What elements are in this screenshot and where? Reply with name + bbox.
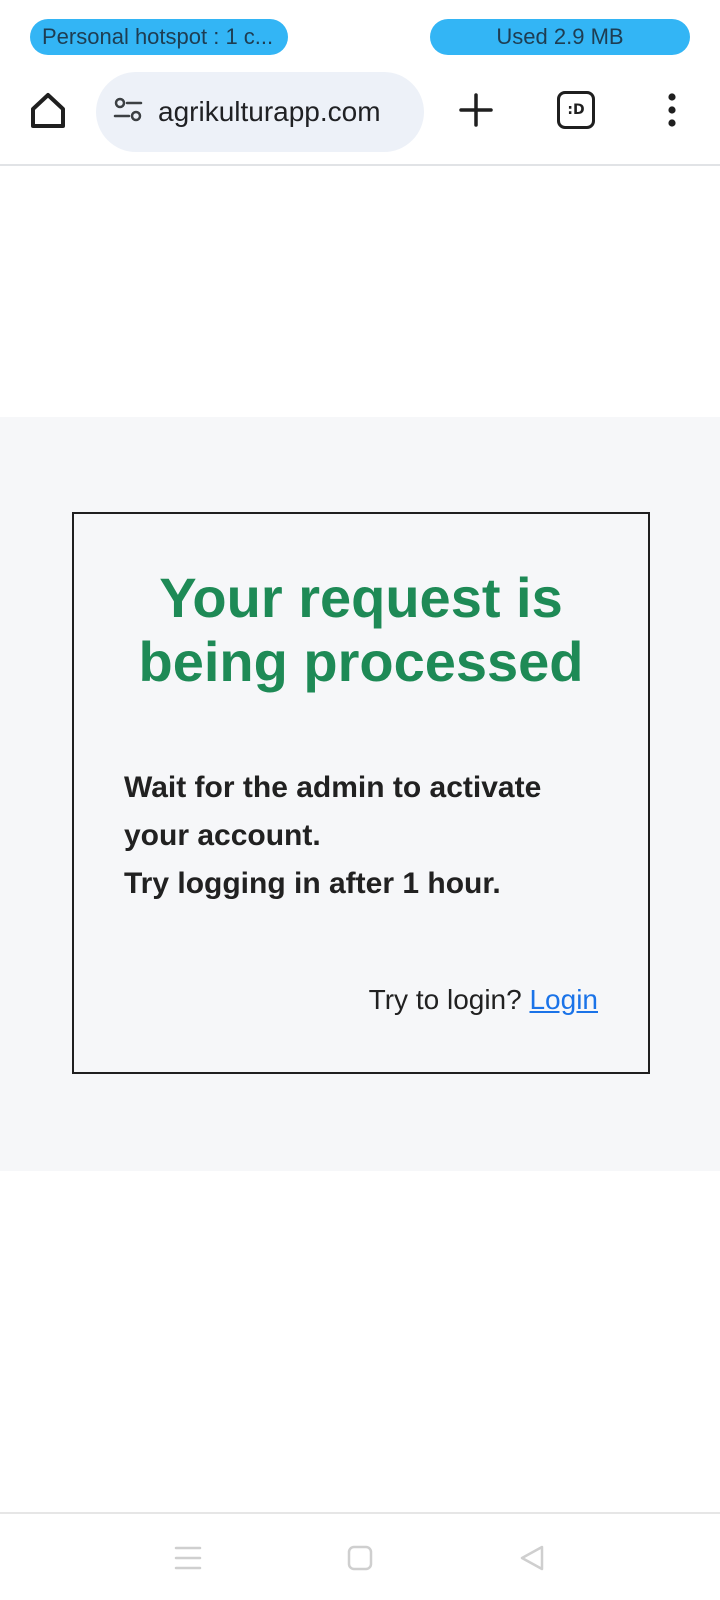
home-icon bbox=[31, 93, 65, 128]
content-area: Your request is being processed Wait for… bbox=[0, 417, 720, 1171]
back-triangle-icon bbox=[520, 1545, 544, 1571]
tab-switcher-icon: :D bbox=[557, 91, 595, 129]
tab-switcher-button[interactable]: :D bbox=[550, 82, 602, 138]
system-home-button[interactable] bbox=[330, 1530, 390, 1586]
plus-icon bbox=[459, 93, 493, 127]
new-tab-button[interactable] bbox=[450, 82, 502, 138]
address-bar[interactable]: agrikulturapp.com bbox=[96, 72, 424, 152]
home-button[interactable] bbox=[22, 82, 74, 138]
site-settings-icon[interactable] bbox=[112, 94, 144, 126]
status-card: Your request is being processed Wait for… bbox=[72, 512, 650, 1074]
recents-icon bbox=[174, 1546, 202, 1570]
page-title: Your request is being processed bbox=[94, 566, 628, 694]
home-square-icon bbox=[347, 1545, 373, 1571]
system-back-button[interactable] bbox=[502, 1530, 562, 1586]
login-link[interactable]: Login bbox=[529, 984, 598, 1015]
url-text[interactable]: agrikulturapp.com bbox=[158, 72, 422, 152]
system-nav-bar bbox=[0, 1512, 720, 1600]
login-prompt-row: Try to login? Login bbox=[369, 984, 598, 1016]
data-usage-pill[interactable]: Used 2.9 MB bbox=[430, 19, 690, 55]
browser-menu-button[interactable] bbox=[646, 82, 698, 138]
more-vert-icon bbox=[668, 93, 676, 127]
message-line-2: your account. bbox=[124, 819, 321, 852]
title-line-1: Your request is bbox=[159, 566, 563, 629]
status-message: Wait for the admin to activate your acco… bbox=[124, 764, 594, 908]
title-line-2: being processed bbox=[138, 630, 584, 693]
message-line-1: Wait for the admin to activate bbox=[124, 771, 542, 804]
hotspot-status-pill[interactable]: Personal hotspot : 1 c... bbox=[30, 19, 288, 55]
browser-toolbar: agrikulturapp.com :D bbox=[0, 70, 720, 166]
recents-button[interactable] bbox=[158, 1530, 218, 1586]
login-prompt-text: Try to login? bbox=[368, 984, 522, 1015]
message-line-3: Try logging in after 1 hour. bbox=[124, 867, 501, 900]
